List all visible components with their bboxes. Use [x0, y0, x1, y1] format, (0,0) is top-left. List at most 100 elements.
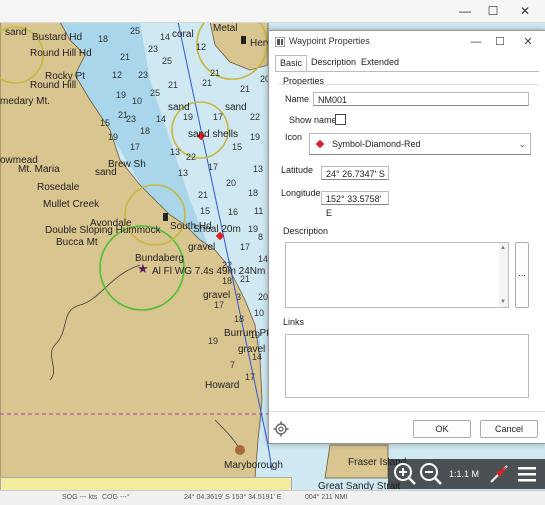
- chart-label: gravel: [203, 290, 230, 301]
- scale-readout: 1:1.1 M: [448, 469, 479, 479]
- chart-label: Shoal 20m: [193, 224, 241, 235]
- chart-label: Al Fl WG 7.4s 49m 24Nm: [152, 266, 265, 277]
- maximize-button[interactable]: ☐: [478, 0, 508, 22]
- rotate-button[interactable]: [486, 461, 512, 487]
- app-icon: [275, 37, 285, 47]
- cancel-button[interactable]: Cancel: [480, 420, 538, 438]
- ok-button[interactable]: OK: [413, 420, 471, 438]
- chart-label: gravel: [188, 242, 215, 253]
- dialog-titlebar[interactable]: Waypoint Properties — ☐ ✕: [269, 31, 545, 53]
- depth-sounding: 12: [112, 70, 122, 80]
- depth-sounding: 20: [226, 178, 236, 188]
- chart-label: sand: [225, 102, 247, 113]
- depth-sounding: 22: [186, 152, 196, 162]
- footer-divider: [269, 411, 545, 412]
- description-scrollbar[interactable]: ▲ ▼: [499, 243, 508, 307]
- depth-sounding: 11: [254, 206, 263, 216]
- dialog-title: Waypoint Properties: [289, 36, 370, 46]
- tab-basic[interactable]: Basic: [275, 55, 308, 72]
- icon-select[interactable]: Symbol-Diamond-Red ⌄: [309, 133, 531, 155]
- chart-label: Metal: [213, 23, 237, 34]
- description-textarea[interactable]: ▲ ▼: [285, 242, 509, 308]
- depth-sounding: 18: [140, 126, 150, 136]
- depth-sounding: 19: [250, 132, 260, 142]
- chart-label: Double Sloping Hummock: [45, 225, 162, 236]
- close-button[interactable]: ✕: [510, 0, 540, 22]
- chart-label: Maryborough: [224, 460, 283, 471]
- chart-label: sand: [168, 102, 190, 113]
- dialog-close-button[interactable]: ✕: [517, 33, 539, 51]
- chart-label: owmead: [0, 155, 38, 166]
- depth-sounding: 19: [116, 90, 126, 100]
- status-bearing: 004° 211 NMI: [305, 494, 348, 501]
- tab-extended[interactable]: Extended: [357, 55, 403, 70]
- dialog-maximize-button[interactable]: ☐: [489, 33, 511, 51]
- zoom-out-button[interactable]: [418, 461, 444, 487]
- latitude-field[interactable]: 24° 26.7347' S: [321, 166, 389, 180]
- section-divider: [279, 84, 539, 85]
- chart-controls: 1:1.1 M: [388, 459, 545, 489]
- depth-sounding: 14: [258, 254, 268, 264]
- depth-sounding: 20: [258, 292, 268, 302]
- zoom-in-icon: [394, 463, 416, 485]
- depth-sounding: 19: [183, 112, 193, 122]
- longitude-field[interactable]: 152° 33.5758' E: [321, 191, 389, 218]
- depth-sounding: 13: [178, 168, 188, 178]
- depth-sounding: 22: [250, 112, 260, 122]
- chevron-down-icon: ⌄: [518, 139, 526, 149]
- waypoint-properties-dialog: Waypoint Properties — ☐ ✕ Basic Descript…: [268, 30, 545, 444]
- name-field[interactable]: NM001: [313, 92, 529, 106]
- scroll-up-icon[interactable]: ▲: [500, 245, 506, 251]
- depth-sounding: 23: [138, 70, 148, 80]
- depth-sounding: 21: [120, 52, 130, 62]
- chart-label: Bustard Hd: [32, 32, 82, 43]
- chart-bar[interactable]: [0, 477, 292, 491]
- depth-sounding: 7: [230, 360, 235, 370]
- lighthouse-icon: [241, 36, 246, 44]
- depth-sounding: 17: [240, 242, 250, 252]
- gear-icon: [273, 421, 289, 437]
- depth-sounding: 18: [248, 188, 258, 198]
- light-star-icon: ★: [137, 262, 149, 277]
- chart-label: sand: [5, 27, 27, 38]
- compass-icon: [490, 465, 508, 483]
- depth-sounding: 8: [258, 232, 263, 242]
- depth-sounding: 3: [236, 292, 241, 302]
- chart-label: Bundaberg: [135, 253, 184, 264]
- town-marker-icon: [235, 445, 245, 455]
- depth-sounding: 17: [130, 142, 140, 152]
- depth-sounding: 15: [232, 142, 242, 152]
- chart-label: medary Mt.: [0, 96, 50, 107]
- icon-label: Icon: [285, 132, 303, 142]
- depth-sounding: 13: [253, 164, 263, 174]
- menu-button[interactable]: [514, 461, 540, 487]
- dialog-minimize-button[interactable]: —: [465, 33, 487, 51]
- depth-sounding: 19: [248, 224, 258, 234]
- depth-sounding: 25: [130, 26, 140, 36]
- links-label: Links: [283, 317, 305, 327]
- chart-label: Howard: [205, 380, 239, 391]
- depth-sounding: 21: [118, 110, 128, 120]
- chart-label: coral: [172, 29, 194, 40]
- depth-sounding: 17: [213, 112, 223, 122]
- depth-sounding: 17: [245, 372, 255, 382]
- depth-sounding: 21: [240, 84, 250, 94]
- longitude-label: Longitude: [281, 188, 321, 198]
- chart-label: Bucca Mt: [56, 237, 98, 248]
- edit-description-button[interactable]: ...: [515, 242, 529, 308]
- scroll-down-icon[interactable]: ▼: [500, 299, 506, 305]
- tab-description[interactable]: Description: [307, 55, 360, 70]
- minimize-button[interactable]: —: [450, 0, 480, 22]
- chart-label: Mullet Creek: [43, 199, 100, 210]
- description-label: Description: [283, 226, 329, 236]
- depth-sounding: 25: [162, 56, 172, 66]
- show-name-checkbox[interactable]: [335, 114, 346, 125]
- links-list[interactable]: [285, 334, 529, 398]
- name-label: Name: [285, 94, 310, 104]
- show-name-label: Show name: [289, 115, 337, 125]
- depth-sounding: 14: [160, 32, 170, 42]
- depth-sounding: 21: [168, 80, 178, 90]
- settings-button[interactable]: [273, 421, 289, 437]
- tab-divider: [275, 71, 539, 72]
- zoom-in-button[interactable]: [392, 461, 418, 487]
